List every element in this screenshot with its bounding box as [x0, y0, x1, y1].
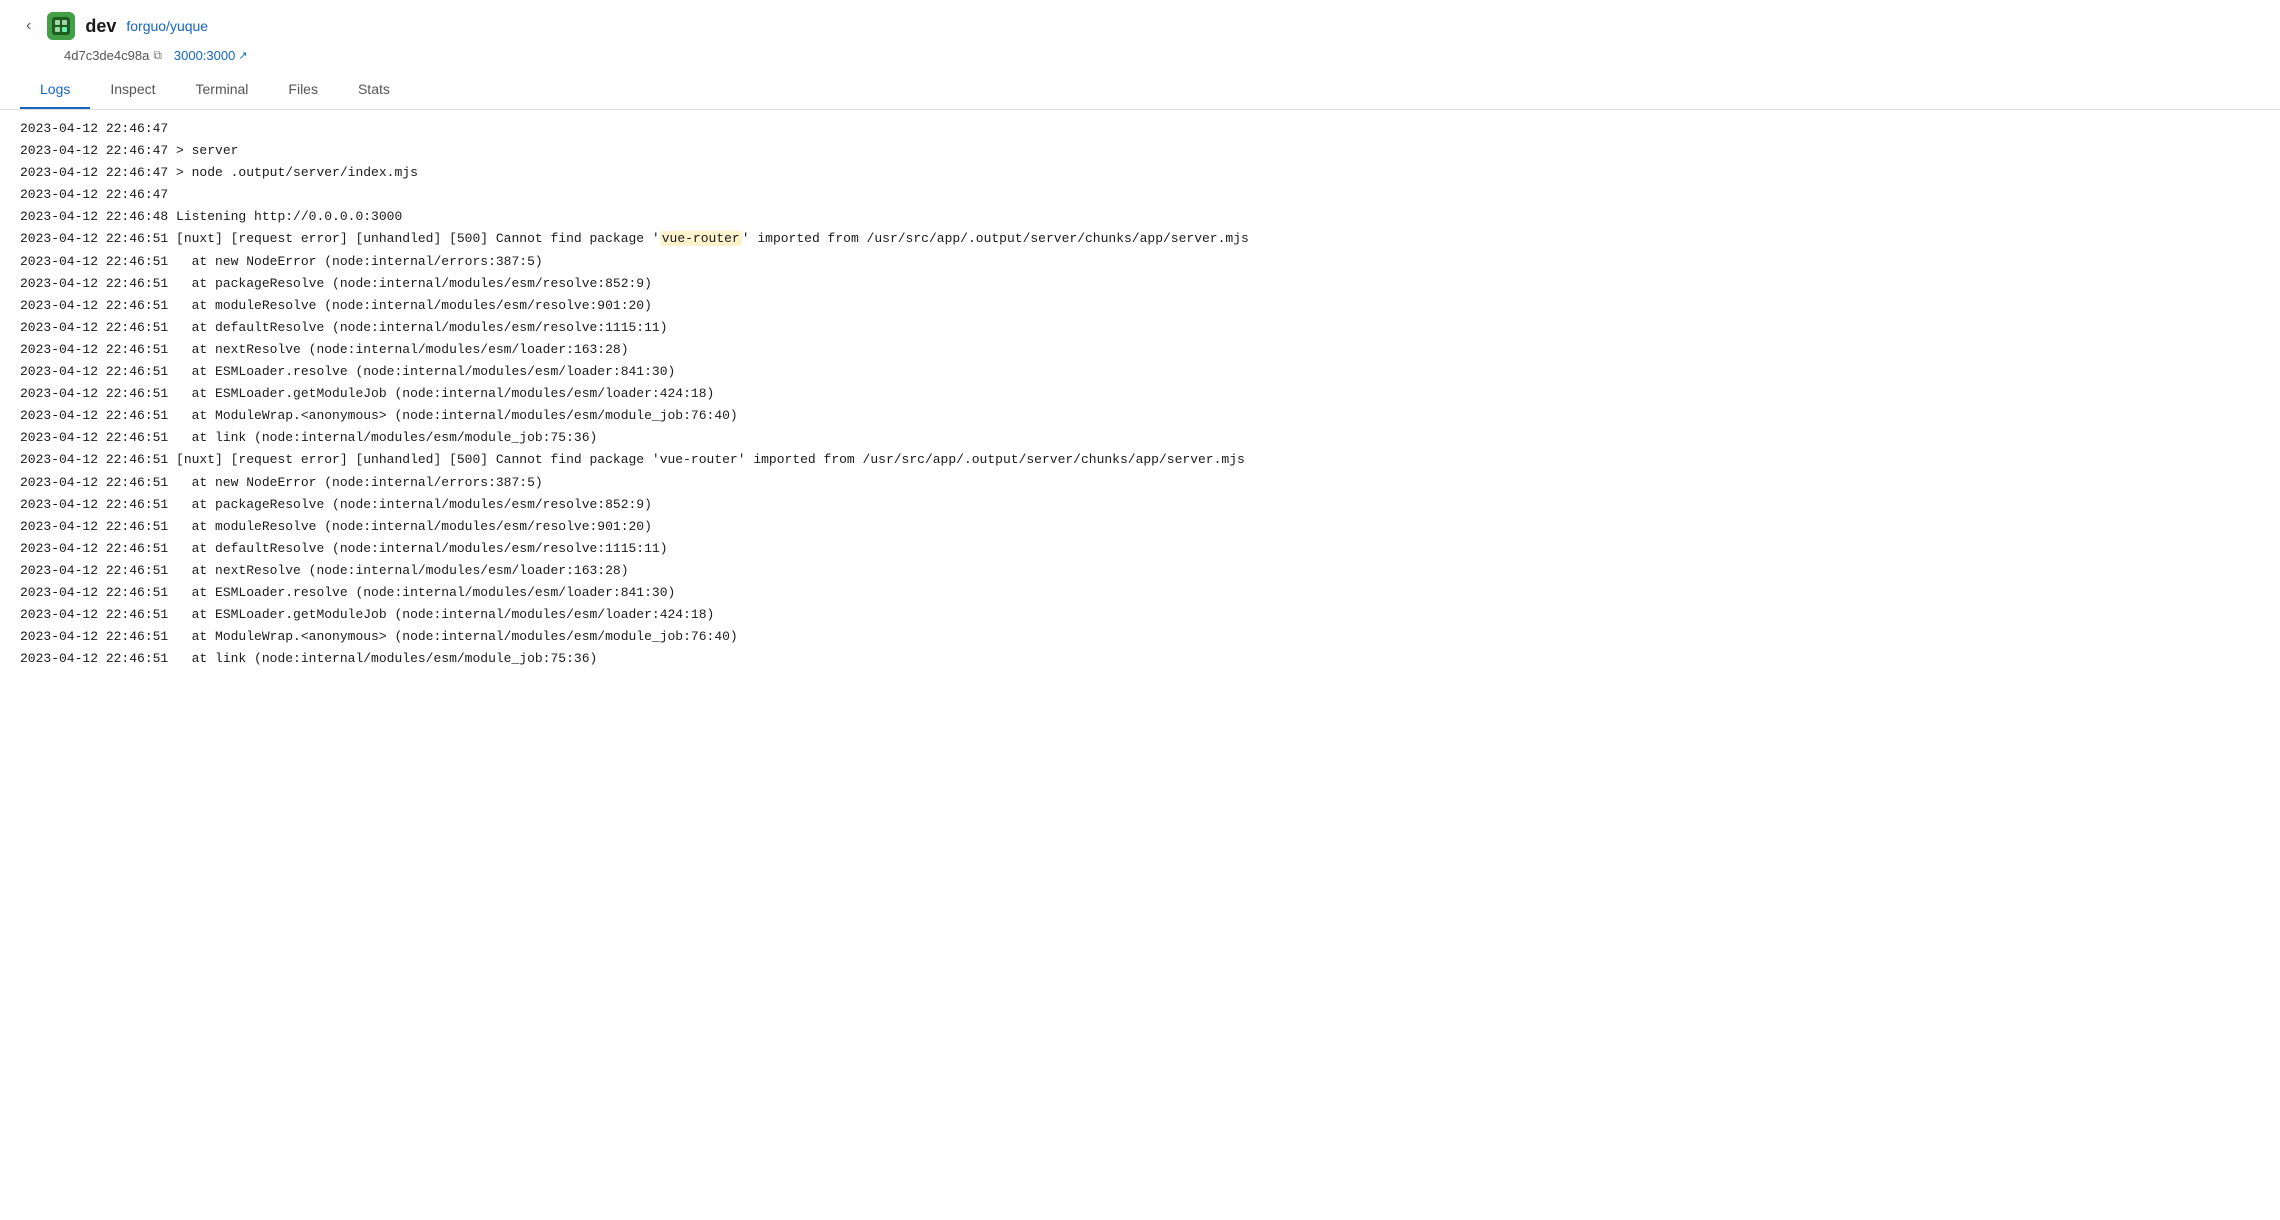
copy-icon[interactable]: ⧉ [153, 48, 162, 63]
log-line: 2023-04-12 22:46:51 at new NodeError (no… [20, 251, 2260, 273]
external-link-icon: ↗ [238, 49, 247, 62]
header-top: ‹ dev forguo/yuque [20, 12, 2260, 40]
tab-stats[interactable]: Stats [338, 71, 410, 109]
log-line: 2023-04-12 22:46:51 [nuxt] [request erro… [20, 449, 2260, 471]
log-container: 2023-04-12 22:46:472023-04-12 22:46:47 >… [0, 110, 2280, 678]
log-line: 2023-04-12 22:46:51 at packageResolve (n… [20, 494, 2260, 516]
tab-logs[interactable]: Logs [20, 71, 90, 109]
log-line: 2023-04-12 22:46:51 at ESMLoader.resolve… [20, 361, 2260, 383]
tab-terminal[interactable]: Terminal [176, 71, 269, 109]
log-line: 2023-04-12 22:46:51 at ModuleWrap.<anony… [20, 405, 2260, 427]
header-meta: 4d7c3de4c98a ⧉ 3000:3000 ↗ [20, 48, 2260, 63]
log-line: 2023-04-12 22:46:51 at ESMLoader.getModu… [20, 383, 2260, 405]
commit-hash: 4d7c3de4c98a ⧉ [64, 48, 162, 63]
log-line: 2023-04-12 22:46:47 [20, 118, 2260, 140]
app-name: dev [85, 16, 116, 37]
log-line: 2023-04-12 22:46:51 at moduleResolve (no… [20, 516, 2260, 538]
tab-files[interactable]: Files [268, 71, 338, 109]
tab-inspect[interactable]: Inspect [90, 71, 175, 109]
log-line: 2023-04-12 22:46:51 at defaultResolve (n… [20, 317, 2260, 339]
log-line: 2023-04-12 22:46:48 Listening http://0.0… [20, 206, 2260, 228]
header: ‹ dev forguo/yuque 4d7c3de4c98a ⧉ 3000:3… [0, 0, 2280, 110]
log-line: 2023-04-12 22:46:51 at packageResolve (n… [20, 273, 2260, 295]
log-line: 2023-04-12 22:46:51 at link (node:intern… [20, 427, 2260, 449]
log-line: 2023-04-12 22:46:47 [20, 184, 2260, 206]
log-line: 2023-04-12 22:46:47 > node .output/serve… [20, 162, 2260, 184]
tabs: Logs Inspect Terminal Files Stats [20, 71, 2260, 109]
port-link[interactable]: 3000:3000 ↗ [174, 48, 248, 63]
back-button[interactable]: ‹ [20, 15, 37, 37]
log-line: 2023-04-12 22:46:51 at ModuleWrap.<anony… [20, 626, 2260, 648]
highlighted-package: vue-router [660, 231, 742, 246]
log-line: 2023-04-12 22:46:51 [nuxt] [request erro… [20, 228, 2260, 250]
log-line: 2023-04-12 22:46:51 at new NodeError (no… [20, 472, 2260, 494]
app-icon [47, 12, 75, 40]
log-line: 2023-04-12 22:46:51 at nextResolve (node… [20, 560, 2260, 582]
log-line: 2023-04-12 22:46:51 at defaultResolve (n… [20, 538, 2260, 560]
log-line: 2023-04-12 22:46:51 at ESMLoader.getModu… [20, 604, 2260, 626]
log-line: 2023-04-12 22:46:51 at ESMLoader.resolve… [20, 582, 2260, 604]
log-line: 2023-04-12 22:46:51 at nextResolve (node… [20, 339, 2260, 361]
log-line: 2023-04-12 22:46:47 > server [20, 140, 2260, 162]
app-repo-link[interactable]: forguo/yuque [126, 18, 208, 34]
log-line: 2023-04-12 22:46:51 at moduleResolve (no… [20, 295, 2260, 317]
log-line: 2023-04-12 22:46:51 at link (node:intern… [20, 648, 2260, 670]
